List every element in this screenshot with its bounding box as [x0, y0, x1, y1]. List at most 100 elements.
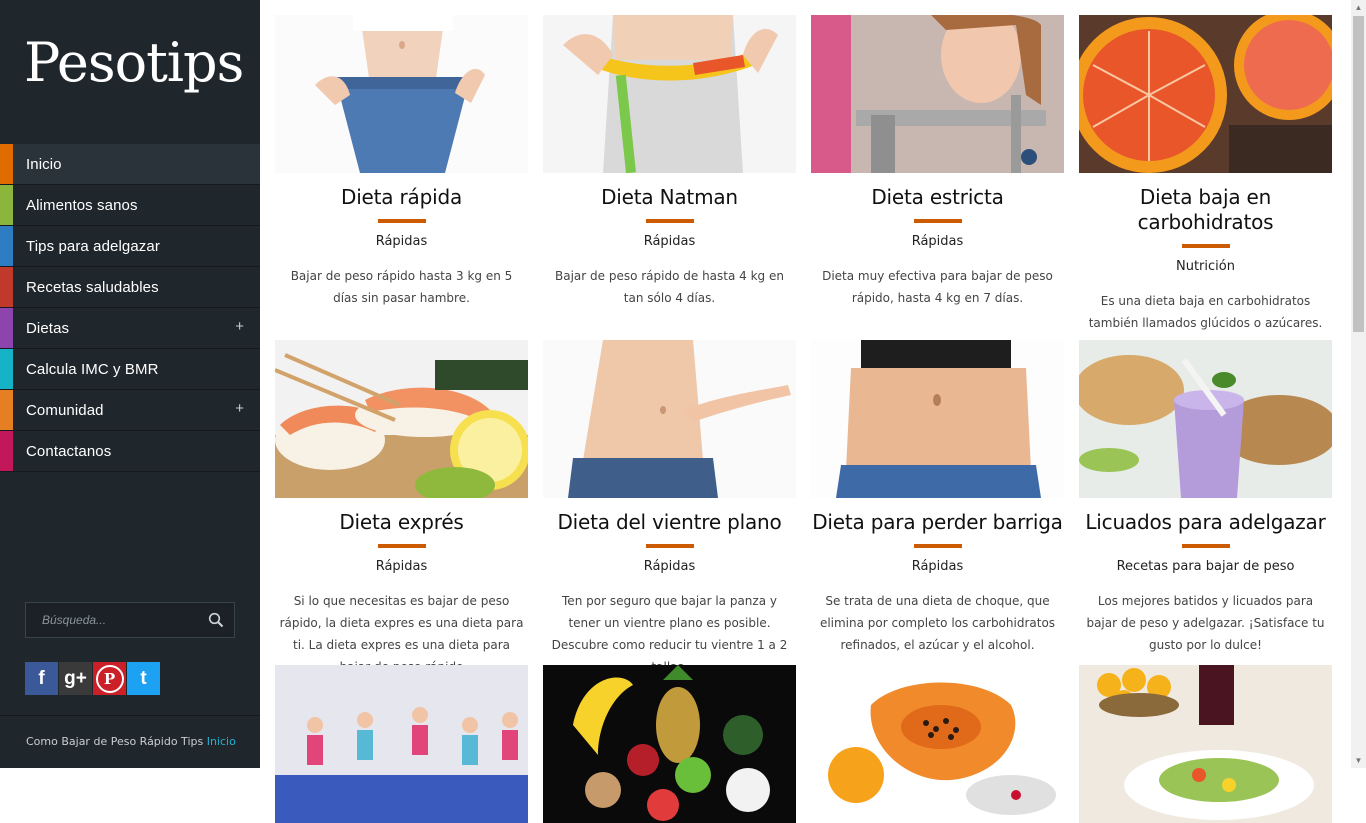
article-title[interactable]: Dieta Natman	[543, 185, 796, 210]
nav-item-dietas[interactable]: Dietas +	[0, 308, 260, 349]
title-underline	[377, 544, 426, 548]
article-card[interactable]: Dieta rápida Rápidas Bajar de peso rápido …	[275, 15, 528, 309]
article-thumbnail[interactable]	[811, 665, 1064, 823]
article-thumbnail[interactable]	[1079, 15, 1332, 173]
nav-color-stripe	[0, 308, 13, 348]
article-excerpt: Se trata de una dieta de choque, que eli…	[819, 594, 1056, 652]
scrollbar[interactable]: ▲ ▼	[1351, 0, 1366, 768]
article-excerpt: Es una dieta baja en carbohidratos tambi…	[1088, 294, 1323, 330]
article-category[interactable]: Rápidas	[543, 559, 796, 574]
nav-item-contactanos[interactable]: Contactanos	[0, 431, 260, 472]
title-underline	[913, 219, 962, 223]
scroll-up-arrow-icon[interactable]: ▲	[1351, 0, 1366, 15]
sidebar: Pesotips Inicio Alimentos sanos Tips para …	[0, 0, 260, 768]
article-category[interactable]: Rápidas	[543, 234, 796, 249]
article-thumbnail[interactable]	[275, 15, 528, 173]
article-title[interactable]: Dieta estricta	[811, 185, 1064, 210]
article-category[interactable]: Rápidas	[275, 559, 528, 574]
twitter-icon[interactable]: t	[127, 662, 160, 695]
article-thumbnail[interactable]	[1079, 340, 1332, 498]
article-title[interactable]: Dieta del vientre plano	[543, 510, 796, 535]
expand-plus-icon[interactable]: +	[235, 318, 244, 335]
article-thumbnail[interactable]	[543, 340, 796, 498]
site-logo[interactable]: Pesotips	[24, 28, 244, 98]
article-category[interactable]: Recetas para bajar de peso	[1079, 559, 1332, 574]
article-excerpt: Los mejores batidos y licuados para baja…	[1086, 594, 1325, 652]
title-underline	[1181, 244, 1230, 248]
article-card[interactable]: Dieta baja en carbohidratos Nutrición Es u…	[1079, 15, 1332, 334]
nav-item-label: Inicio	[26, 155, 62, 173]
article-excerpt: Dieta muy efectiva para bajar de peso rá…	[822, 269, 1053, 305]
title-underline	[1181, 544, 1230, 548]
article-card[interactable]	[275, 665, 528, 823]
article-title[interactable]: Licuados para adelgazar	[1079, 510, 1332, 535]
article-thumbnail[interactable]	[275, 665, 528, 823]
nav-item-label: Tips para adelgazar	[26, 237, 160, 255]
article-card[interactable]: Licuados para adelgazar Recetas para baja…	[1079, 340, 1332, 656]
social-links: f g+ Pt	[25, 662, 160, 695]
nav-color-stripe	[0, 390, 13, 430]
article-thumbnail[interactable]	[543, 665, 796, 823]
title-underline	[377, 219, 426, 223]
nav-color-stripe	[0, 144, 13, 184]
title-underline	[645, 219, 694, 223]
nav-item-calcula-imc-y-bmr[interactable]: Calcula IMC y BMR	[0, 349, 260, 390]
search-input[interactable]	[40, 612, 204, 628]
nav-color-stripe	[0, 185, 13, 225]
article-excerpt: Bajar de peso rápido de hasta 4 kg en ta…	[555, 269, 784, 305]
article-title[interactable]: Dieta rápida	[275, 185, 528, 210]
article-card[interactable]: Dieta estricta Rápidas Dieta muy efectiva …	[811, 15, 1064, 309]
article-thumbnail[interactable]	[543, 15, 796, 173]
nav-item-label: Comunidad	[26, 401, 104, 419]
article-thumbnail[interactable]	[1079, 665, 1332, 823]
article-card[interactable]	[811, 665, 1064, 823]
search-box	[25, 602, 235, 638]
article-title[interactable]: Dieta baja en carbohidratos	[1079, 185, 1332, 235]
nav-item-label: Calcula IMC y BMR	[26, 360, 159, 378]
article-category[interactable]: Rápidas	[811, 559, 1064, 574]
nav-item-label: Contactanos	[26, 442, 112, 460]
footer-text: Como Bajar de Peso Rápido Tips	[26, 735, 204, 748]
article-title[interactable]: Dieta para perder barriga	[811, 510, 1064, 535]
nav-color-stripe	[0, 349, 13, 389]
nav-item-label: Dietas	[26, 319, 70, 337]
nav-item-comunidad[interactable]: Comunidad +	[0, 390, 260, 431]
article-card[interactable]	[543, 665, 796, 823]
nav-item-recetas-saludables[interactable]: Recetas saludables	[0, 267, 260, 308]
article-excerpt: Bajar de peso rápido hasta 3 kg en 5 día…	[290, 269, 513, 305]
scrollbar-thumb[interactable]	[1353, 16, 1364, 332]
nav-item-inicio[interactable]: Inicio	[0, 144, 260, 185]
nav-item-label: Alimentos sanos	[26, 196, 138, 214]
main-nav: Inicio Alimentos sanos Tips para adelgazar…	[0, 144, 260, 472]
article-card[interactable]: Dieta del vientre plano Rápidas Ten por se…	[543, 340, 796, 678]
article-card[interactable]: Dieta exprés Rápidas Si lo que necesitas e…	[275, 340, 528, 678]
article-thumbnail[interactable]	[275, 340, 528, 498]
article-thumbnail[interactable]	[811, 15, 1064, 173]
pinterest-glyph: P	[95, 664, 124, 693]
footer: Como Bajar de Peso Rápido Tips Inicio	[26, 735, 236, 748]
google-plus-icon[interactable]: g+	[59, 662, 92, 695]
article-category[interactable]: Rápidas	[811, 234, 1064, 249]
nav-item-alimentos-sanos[interactable]: Alimentos sanos	[0, 185, 260, 226]
article-card[interactable]: Dieta para perder barriga Rápidas Se trata…	[811, 340, 1064, 656]
expand-plus-icon[interactable]: +	[235, 400, 244, 417]
footer-divider	[0, 715, 260, 716]
nav-item-label: Recetas saludables	[26, 278, 159, 296]
article-card[interactable]	[1079, 665, 1332, 823]
nav-color-stripe	[0, 226, 13, 266]
article-title[interactable]: Dieta exprés	[275, 510, 528, 535]
article-category[interactable]: Nutrición	[1079, 259, 1332, 274]
article-thumbnail[interactable]	[811, 340, 1064, 498]
pinterest-icon[interactable]: P	[93, 662, 126, 695]
article-category[interactable]: Rápidas	[275, 234, 528, 249]
title-underline	[645, 544, 694, 548]
article-card[interactable]: Dieta Natman Rápidas Bajar de peso rápido …	[543, 15, 796, 309]
scroll-down-arrow-icon[interactable]: ▼	[1351, 753, 1366, 768]
search-icon[interactable]	[208, 612, 224, 628]
facebook-icon[interactable]: f	[25, 662, 58, 695]
footer-home-link[interactable]: Inicio	[207, 735, 236, 748]
nav-item-tips-para-adelgazar[interactable]: Tips para adelgazar	[0, 226, 260, 267]
nav-color-stripe	[0, 431, 13, 471]
nav-color-stripe	[0, 267, 13, 307]
title-underline	[913, 544, 962, 548]
